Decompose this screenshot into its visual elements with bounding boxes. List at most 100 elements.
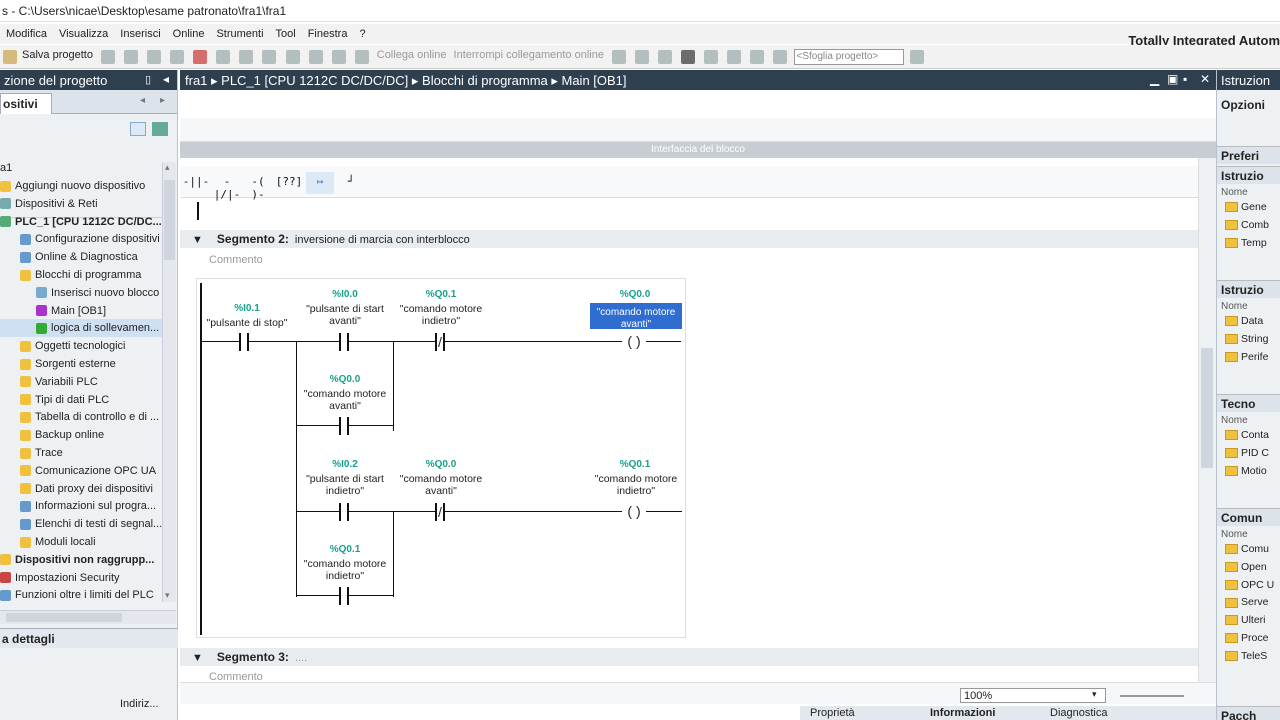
accessible-devices-icon[interactable]: [612, 50, 627, 64]
zoom-select[interactable]: 100%: [960, 688, 1106, 703]
tree-item[interactable]: Online & Diagnostica: [0, 248, 162, 266]
segment-2-header[interactable]: ▼ Segmento 2: inversione di marcia con int…: [180, 230, 1198, 248]
tree-item[interactable]: Trace: [0, 444, 162, 462]
details-view-header[interactable]: a dettagli: [0, 628, 178, 648]
breadcrumb-blocks[interactable]: Blocchi di programma: [422, 73, 548, 88]
panel-pin-icon[interactable]: ▯: [145, 73, 151, 86]
editor-scroll-thumb[interactable]: [1201, 348, 1213, 468]
menu-tool[interactable]: Tool: [270, 24, 302, 40]
no-contact-icon[interactable]: -||-: [182, 172, 210, 194]
tree-item[interactable]: Configurazione dispositivi: [0, 230, 162, 248]
tree-root[interactable]: a1: [0, 162, 12, 174]
instruction-folder[interactable]: Conta: [1217, 429, 1280, 441]
instruction-folder[interactable]: Comb: [1217, 219, 1280, 231]
tree-hscroll-thumb[interactable]: [6, 613, 122, 622]
tab-information[interactable]: Informazioni: [930, 707, 995, 719]
instruction-folder[interactable]: String: [1217, 333, 1280, 345]
float-icon[interactable]: ▪: [1183, 72, 1187, 86]
zoom-dropdown-icon[interactable]: ▾: [1092, 689, 1097, 700]
tree-item[interactable]: Comunicazione OPC UA: [0, 462, 162, 480]
contact-stop[interactable]: [239, 333, 249, 351]
instruction-folder[interactable]: PID C: [1217, 447, 1280, 459]
contact-start-rev[interactable]: [339, 503, 349, 521]
tree-item[interactable]: Dispositivi non raggrupp...: [0, 551, 162, 569]
tab-diagnostics[interactable]: Diagnostica: [1050, 707, 1107, 719]
stop-cpu-icon[interactable]: [658, 50, 673, 64]
segment-3-collapse-icon[interactable]: ▼: [192, 652, 203, 664]
instruction-folder[interactable]: Gene: [1217, 201, 1280, 213]
redo-icon[interactable]: [239, 50, 254, 64]
nc-contact-icon[interactable]: -|/|-: [213, 172, 241, 201]
tree-item[interactable]: Blocchi di programma: [0, 266, 162, 284]
tab-properties[interactable]: Proprietà: [810, 707, 855, 719]
contact-start-fwd[interactable]: [339, 333, 349, 351]
scroll-down-icon[interactable]: ▾: [165, 590, 170, 601]
breadcrumb-plc[interactable]: PLC_1 [CPU 1212C DC/DC/DC]: [221, 73, 408, 88]
tree-item[interactable]: Elenchi di testi di segnal...: [0, 515, 162, 533]
zoom-slider[interactable]: [1120, 695, 1184, 697]
split-vertical-icon[interactable]: [727, 50, 742, 64]
instruction-folder[interactable]: TeleS: [1217, 650, 1280, 662]
print-icon[interactable]: [101, 50, 115, 64]
tree-item[interactable]: Impostazioni Security: [0, 569, 162, 587]
tree-item[interactable]: Dati proxy dei dispositivi: [0, 480, 162, 498]
coil-fwd-name[interactable]: "comando motore avanti": [590, 303, 682, 330]
panel-collapse-icon[interactable]: ◂: [163, 72, 169, 86]
menu-help[interactable]: ?: [353, 24, 371, 40]
tree-item[interactable]: Moduli locali: [0, 533, 162, 551]
breadcrumb-project[interactable]: fra1: [185, 73, 207, 88]
disconnect-online-button[interactable]: Interrompi collegamento online: [454, 49, 604, 61]
overview-view-icon[interactable]: [130, 122, 146, 136]
download-icon[interactable]: [308, 50, 323, 64]
tree-item[interactable]: Oggetti tecnologici: [0, 337, 162, 355]
tree-item[interactable]: Dispositivi & Reti: [0, 195, 162, 213]
instruction-folder[interactable]: Motio: [1217, 465, 1280, 477]
menu-strumenti[interactable]: Strumenti: [210, 24, 269, 40]
instruction-section-header[interactable]: Tecno: [1217, 394, 1280, 412]
tree-item[interactable]: Inserisci nuovo blocco: [0, 284, 162, 302]
paste-icon[interactable]: [170, 50, 185, 64]
close-editor-icon[interactable]: ✕: [1200, 72, 1210, 86]
segment-3-header[interactable]: ▼ Segmento 3:....: [180, 648, 1198, 666]
restore-icon[interactable]: ▣: [1167, 72, 1178, 86]
cut-icon[interactable]: [124, 50, 139, 64]
save-project-button[interactable]: Salva progetto: [22, 49, 93, 61]
instruction-section-header[interactable]: Comun: [1217, 508, 1280, 526]
segment-2-comment[interactable]: Commento: [209, 254, 263, 266]
segment-2-collapse-icon[interactable]: ▼: [192, 234, 203, 246]
tree-item[interactable]: Main [OB1]: [0, 302, 162, 320]
copy-icon[interactable]: [147, 50, 162, 64]
tree-item[interactable]: Variabili PLC: [0, 373, 162, 391]
right-bottom-section[interactable]: Pacch: [1217, 706, 1280, 720]
coil-fwd[interactable]: ( ): [622, 332, 646, 350]
instruction-section-header[interactable]: Preferi: [1217, 146, 1280, 164]
menu-visualizza[interactable]: Visualizza: [53, 24, 114, 40]
tab-scroll-left-icon[interactable]: ◂: [140, 95, 145, 106]
instruction-folder[interactable]: Ulteri: [1217, 614, 1280, 626]
search-project-icon[interactable]: [773, 50, 788, 64]
tab-dispositivi[interactable]: ositivi: [0, 93, 52, 114]
tree-vertical-scrollbar[interactable]: ▴ ▾: [162, 162, 176, 602]
instruction-folder[interactable]: Temp: [1217, 237, 1280, 249]
upload-icon[interactable]: [331, 50, 346, 64]
tree-item[interactable]: logica di sollevamen...: [0, 319, 162, 338]
undo-icon[interactable]: [216, 50, 231, 64]
menu-finestra[interactable]: Finestra: [302, 24, 354, 40]
segment-2-title[interactable]: inversione di marcia con interblocco: [295, 234, 470, 246]
tree-item[interactable]: PLC_1 [CPU 1212C DC/DC...: [0, 213, 162, 231]
close-branch-icon[interactable]: ┘: [337, 172, 365, 194]
minimize-icon[interactable]: ▁: [1150, 72, 1159, 86]
instruction-folder[interactable]: Serve: [1217, 596, 1280, 608]
tab-scroll-right-icon[interactable]: ▸: [160, 95, 165, 106]
instruction-section-header[interactable]: Istruzio: [1217, 280, 1280, 298]
open-branch-icon[interactable]: ↦: [306, 172, 334, 194]
split-editor-icon[interactable]: [262, 50, 277, 64]
tree-item[interactable]: Aggiungi nuovo dispositivo: [0, 177, 162, 195]
scroll-up-icon[interactable]: ▴: [165, 162, 170, 173]
contact-selfhold-rev[interactable]: [339, 587, 349, 605]
split-horizontal-icon[interactable]: [704, 50, 719, 64]
tree-item[interactable]: Sorgenti esterne: [0, 355, 162, 373]
delete-icon[interactable]: [193, 50, 208, 64]
tree-item[interactable]: Tipi di dati PLC: [0, 391, 162, 409]
instruction-section-header[interactable]: Istruzio: [1217, 166, 1280, 184]
